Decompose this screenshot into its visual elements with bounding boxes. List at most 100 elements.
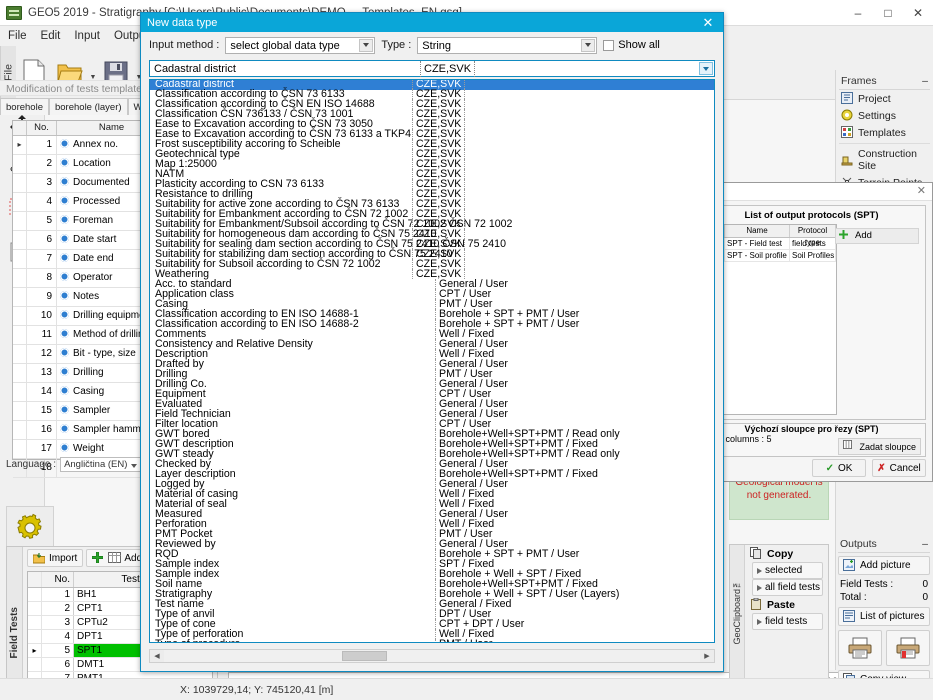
chevron-down-icon[interactable]	[581, 39, 595, 52]
list-item[interactable]: EquipmentCPT / User	[150, 390, 714, 400]
list-item[interactable]: Filter locationCPT / User	[150, 420, 714, 430]
copy-selected-field-tests-button[interactable]: selected field tests	[752, 562, 823, 579]
list-item[interactable]: DrillingPMT / User	[150, 370, 714, 380]
list-item[interactable]: GWT boredBorehole+Well+SPT+PMT / Read on…	[150, 430, 714, 440]
data-type-combo-input[interactable]: Cadastral district CZE,SVK	[149, 60, 715, 77]
list-item[interactable]: GWT steadyBorehole+Well+SPT+PMT / Read o…	[150, 450, 714, 460]
cell-name-text: Weight	[73, 443, 104, 454]
set-columns-button[interactable]: Zadat sloupce	[838, 438, 921, 455]
sidebar-label-project: Project	[858, 93, 891, 105]
print-pdf-button[interactable]	[886, 630, 930, 666]
protocols-dialog-close-icon[interactable]: ✕	[917, 184, 926, 197]
cell-no: 6	[42, 658, 74, 671]
data-type-option-list[interactable]: Cadastral districtCZE,SVKClassification …	[149, 79, 715, 643]
list-item[interactable]: WeatheringCZE,SVK	[150, 270, 714, 280]
settings-gear-button[interactable]	[6, 506, 54, 550]
status-coordinates: X: 1039729,14; Y: 745120,41 [m]	[180, 684, 333, 696]
cell-no: 4	[42, 630, 74, 643]
show-all-checkbox[interactable]	[603, 40, 614, 51]
list-item[interactable]: Consistency and Relative DensityGeneral …	[150, 340, 714, 350]
cell-no: 14	[27, 383, 57, 401]
cancel-label: Cancel	[890, 463, 921, 474]
list-of-pictures-button[interactable]: List of pictures	[838, 607, 930, 626]
menu-item-file[interactable]: File	[8, 30, 27, 42]
show-all-checkbox-row[interactable]: Show all	[603, 39, 660, 51]
horizontal-scrollbar[interactable]: ◀ ▶	[149, 649, 715, 663]
default-columns-title: Výchozí sloupce pro řezy (SPT)	[698, 424, 925, 434]
input-method-select[interactable]: select global data type	[225, 37, 375, 54]
paste-field-tests-button[interactable]: field tests	[752, 613, 823, 630]
outputs-collapse-icon[interactable]: –	[922, 538, 928, 550]
list-item[interactable]: Reviewed byGeneral / User	[150, 540, 714, 550]
list-item[interactable]: RQDBorehole + SPT + PMT / User	[150, 550, 714, 560]
list-item[interactable]: DescriptionWell / Fixed	[150, 350, 714, 360]
data-type-selected-label: Cadastral district	[154, 61, 236, 77]
sidebar-item-project[interactable]: Project	[839, 90, 930, 107]
maximize-button[interactable]: □	[873, 0, 903, 26]
list-item[interactable]: Acc. to standardGeneral / User	[150, 280, 714, 290]
tab-borehole-layer[interactable]: borehole (layer)	[49, 98, 128, 115]
scrollbar-thumb[interactable]	[342, 651, 387, 661]
menu-item-edit[interactable]: Edit	[41, 30, 61, 42]
list-item[interactable]: StratigraphyBorehole + Well + SPT / User…	[150, 590, 714, 600]
list-item[interactable]: PMT PocketPMT / User	[150, 530, 714, 540]
add-protocol-button[interactable]: Add	[835, 228, 919, 244]
list-item[interactable]: PerforationWell / Fixed	[150, 520, 714, 530]
sidebar-label-templates: Templates	[858, 127, 906, 139]
frames-collapse-icon[interactable]: –	[922, 75, 928, 87]
sidebar-item-templates[interactable]: Templates	[839, 124, 930, 141]
list-item[interactable]: EvaluatedGeneral / User	[150, 400, 714, 410]
list-item[interactable]: GWT descriptionBorehole+Well+SPT+PMT / F…	[150, 440, 714, 450]
add-picture-button[interactable]: Add picture	[838, 556, 930, 575]
row-marker	[13, 155, 27, 173]
protocols-dialog-titlebar: ✕	[691, 183, 932, 201]
list-item[interactable]: Type of procedurePMT / User	[150, 640, 714, 643]
cell-type: Soil Profiles	[790, 250, 836, 261]
sidebar-item-settings[interactable]: Settings	[839, 107, 930, 124]
scroll-right-icon[interactable]: ▶	[700, 650, 714, 662]
list-item[interactable]: Drafted byGeneral / User	[150, 360, 714, 370]
copy-icon	[750, 547, 763, 560]
list-item[interactable]: Material of casingWell / Fixed	[150, 490, 714, 500]
list-item[interactable]: Test nameGeneral / Fixed	[150, 600, 714, 610]
list-item[interactable]: Sample indexSPT / Fixed	[150, 560, 714, 570]
cell-name-text: Sampler hammer	[73, 424, 150, 435]
list-item[interactable]: Type of anvilDPT / User	[150, 610, 714, 620]
chevron-down-icon[interactable]	[359, 39, 373, 52]
new-data-type-close-icon[interactable]: ✕	[697, 13, 719, 32]
cell-no: 4	[27, 193, 57, 211]
row-marker	[13, 307, 27, 325]
list-item[interactable]: Field TechnicianGeneral / User	[150, 410, 714, 420]
minimize-button[interactable]: –	[843, 0, 873, 26]
list-item[interactable]: MeasuredGeneral / User	[150, 510, 714, 520]
language-select[interactable]: Angličtina (EN)	[60, 457, 142, 472]
import-button[interactable]: Import	[27, 549, 83, 567]
ok-button[interactable]: ✓ OK	[812, 459, 866, 477]
site-icon	[841, 154, 854, 167]
total-count-value: 0	[922, 592, 928, 603]
status-bar: X: 1039729,14; Y: 745120,41 [m]	[0, 678, 933, 700]
sidebar-item-construction-site[interactable]: Construction Site	[839, 146, 930, 174]
geoclipboard-label-text: GeoClipboard™	[732, 579, 742, 645]
list-item[interactable]: Soil nameBorehole+Well+SPT+PMT / Fixed	[150, 580, 714, 590]
chevron-down-icon[interactable]	[699, 62, 713, 75]
cell-no: 5	[27, 212, 57, 230]
list-item[interactable]: Application classCPT / User	[150, 290, 714, 300]
menu-item-input[interactable]: Input	[74, 30, 100, 42]
list-item[interactable]: Sample indexBorehole + Well + SPT / Fixe…	[150, 570, 714, 580]
tab-borehole[interactable]: borehole	[0, 98, 49, 115]
list-item[interactable]: Drilling Co.General / User	[150, 380, 714, 390]
field-type-icon	[60, 367, 69, 376]
list-item[interactable]: Layer descriptionBorehole+Well+SPT+PMT /…	[150, 470, 714, 480]
list-item[interactable]: Classification according to EN ISO 14688…	[150, 320, 714, 330]
row-marker	[13, 231, 27, 249]
row-marker	[13, 421, 27, 439]
add-test-button[interactable]: Add	[86, 549, 148, 567]
close-button[interactable]: ✕	[903, 0, 933, 26]
scroll-left-icon[interactable]: ◀	[150, 650, 164, 662]
list-item[interactable]: Material of sealWell / Fixed	[150, 500, 714, 510]
print-button[interactable]	[838, 630, 882, 666]
copy-all-field-tests-button[interactable]: all field tests	[752, 579, 823, 596]
type-select[interactable]: String	[417, 37, 597, 54]
cancel-button[interactable]: ✗ Cancel	[872, 459, 926, 477]
